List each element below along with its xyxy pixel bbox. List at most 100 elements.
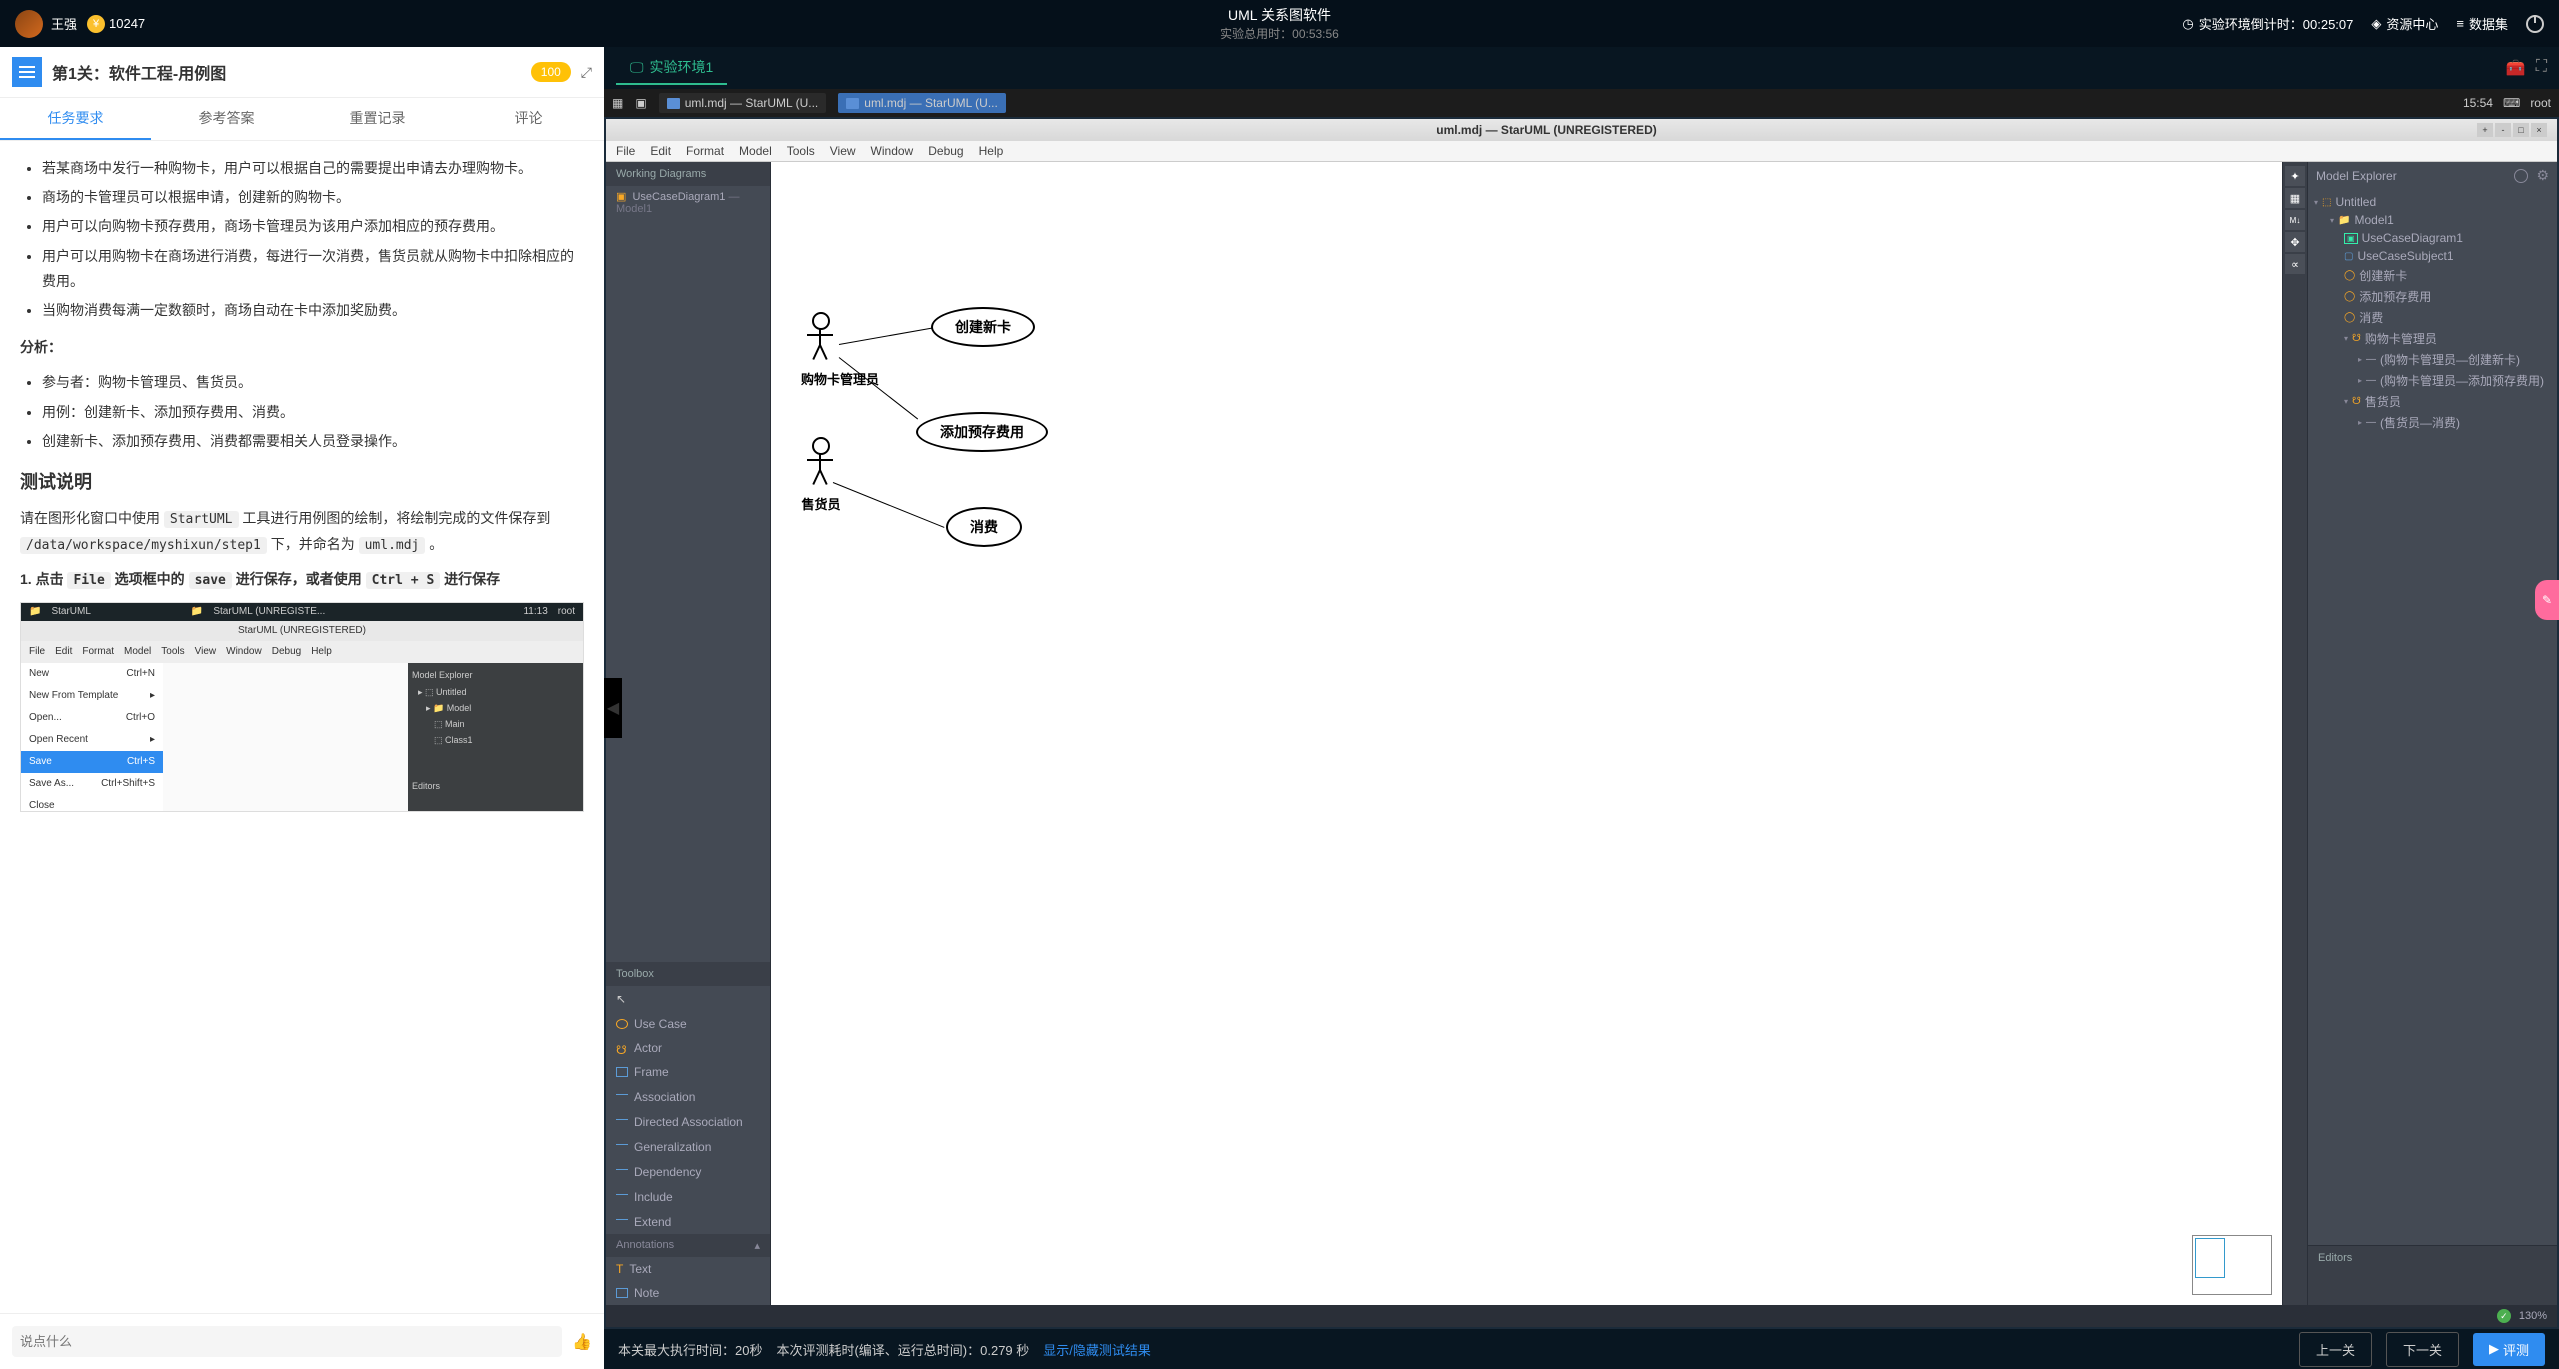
toolbox-icon[interactable]: 🧰 — [2506, 58, 2526, 78]
tool-note[interactable]: Note — [606, 1281, 770, 1305]
actor-salesperson[interactable]: 售货员 — [801, 437, 841, 513]
close-button[interactable]: × — [2531, 123, 2547, 137]
expand-icon[interactable]: ⤢ — [581, 64, 592, 81]
dataset-link[interactable]: ≡ 数据集 — [2456, 14, 2508, 33]
menu-model[interactable]: Model — [739, 144, 772, 158]
menu-window[interactable]: Window — [871, 144, 914, 158]
tool-directed-assoc[interactable]: Directed Association — [606, 1109, 770, 1134]
puzzle-icon[interactable]: ✦ — [2285, 166, 2305, 186]
taskbar-item-2[interactable]: uml.mdj — StarUML (U... — [838, 93, 1006, 113]
tab-requirements[interactable]: 任务要求 — [0, 98, 151, 140]
bottom-bar: 本关最大执行时间：20秒 本次评测耗时(编译、运行总时间)：0.279 秒 显示… — [604, 1329, 2559, 1369]
tool-usecase[interactable]: Use Case — [606, 1012, 770, 1036]
menu-help[interactable]: Help — [979, 144, 1004, 158]
tool-frame[interactable]: Frame — [606, 1060, 770, 1084]
tab-comments[interactable]: 评论 — [453, 98, 604, 140]
tree-ucs[interactable]: ▢UseCaseSubject1 — [2314, 247, 2551, 265]
collapse-handle[interactable]: ◀ — [604, 678, 622, 738]
cursor-tool[interactable]: ↖ — [606, 986, 770, 1012]
tab-answer[interactable]: 参考答案 — [151, 98, 302, 140]
gear-icon[interactable]: ⚙ — [2536, 167, 2549, 184]
monitor-icon: 🖵 — [630, 59, 644, 76]
desktop-taskbar: ▦ ▣ uml.mdj — StarUML (U... uml.mdj — St… — [604, 89, 2559, 117]
comment-bar: 👍 — [0, 1313, 604, 1369]
tab-reset[interactable]: 重置记录 — [302, 98, 453, 140]
app-title: UML 关系图软件 — [1220, 5, 1339, 25]
tree-link1[interactable]: ▸—(购物卡管理员—创建新卡) — [2314, 349, 2551, 370]
tool-text[interactable]: TText — [606, 1257, 770, 1281]
top-bar: 王强 ¥ 10247 UML 关系图软件 实验总用时：00:53:56 ◷ 实验… — [0, 0, 2559, 47]
maximize-button[interactable]: □ — [2513, 123, 2529, 137]
tree-link3[interactable]: ▸—(售货员—消费) — [2314, 412, 2551, 433]
tree-ucd[interactable]: ▣UseCaseDiagram1 — [2314, 229, 2551, 247]
usecase-create-card[interactable]: 创建新卡 — [931, 307, 1035, 347]
wd-item[interactable]: ▣ UseCaseDiagram1 — Model1 — [606, 186, 770, 219]
env-tab-1[interactable]: 🖵 实验环境1 — [616, 51, 727, 85]
resource-center-link[interactable]: ◈ 资源中心 — [2371, 14, 2438, 33]
like-button[interactable]: 👍 — [572, 1332, 592, 1352]
tree-uc3[interactable]: ◯消费 — [2314, 307, 2551, 328]
coin-badge[interactable]: ¥ 10247 — [87, 15, 145, 33]
menu-button[interactable] — [12, 57, 42, 87]
folder-icon — [846, 98, 859, 109]
fullscreen-icon[interactable]: ⛶ — [2536, 58, 2547, 78]
diagram-icon: ▣ — [616, 191, 626, 203]
next-button[interactable]: 下一关 — [2386, 1332, 2459, 1367]
menu-format[interactable]: Format — [686, 144, 724, 158]
assoc-line-3[interactable] — [833, 482, 945, 528]
share-icon[interactable]: ∝ — [2285, 254, 2305, 274]
zoom-level[interactable]: 130% — [2519, 1310, 2547, 1322]
terminal-icon[interactable]: ▣ — [635, 96, 646, 110]
tree-actor2[interactable]: ▾☋售货员 — [2314, 391, 2551, 412]
usecase-consume[interactable]: 消费 — [946, 507, 1022, 547]
tree-uc2[interactable]: ◯添加预存费用 — [2314, 286, 2551, 307]
minimize-button[interactable]: - — [2495, 123, 2511, 137]
desktop-menu-icon[interactable]: ▦ — [612, 96, 623, 110]
tree-actor1[interactable]: ▾☋购物卡管理员 — [2314, 328, 2551, 349]
tree-untitled[interactable]: ▾⬚Untitled — [2314, 193, 2551, 211]
menu-file[interactable]: File — [616, 144, 635, 158]
search-icon[interactable] — [2514, 169, 2528, 183]
tool-generalization[interactable]: Generalization — [606, 1134, 770, 1159]
pin-button[interactable]: + — [2477, 123, 2493, 137]
tool-dependency[interactable]: Dependency — [606, 1159, 770, 1184]
menu-debug[interactable]: Debug — [928, 144, 963, 158]
minimap[interactable] — [2192, 1235, 2272, 1295]
model-tree: ▾⬚Untitled ▾📁Model1 ▣UseCaseDiagram1 ▢Us… — [2308, 189, 2557, 437]
taskbar-item-1[interactable]: uml.mdj — StarUML (U... — [659, 93, 827, 113]
diagram-canvas[interactable]: 购物卡管理员 售货员 创建新卡 添加预存费用 消费 ↖ — [771, 162, 2282, 1305]
actor-card-manager[interactable]: 购物卡管理员 — [801, 312, 879, 388]
cube-icon: ◈ — [2371, 16, 2381, 32]
scenario-list: 若某商场中发行一种购物卡，用户可以根据自己的需要提出申请去办理购物卡。 商场的卡… — [20, 156, 584, 323]
desktop-user: root — [2530, 96, 2551, 110]
toggle-results-link[interactable]: 显示/隐藏测试结果 — [1043, 1340, 1151, 1359]
tabs: 任务要求 参考答案 重置记录 评论 — [0, 98, 604, 141]
view-tool-strip: ✦ ▦ M↓ ✥ ∝ — [2282, 162, 2307, 1305]
staruml-window: uml.mdj — StarUML (UNREGISTERED) + - □ ×… — [606, 119, 2557, 1327]
move-icon[interactable]: ✥ — [2285, 232, 2305, 252]
menu-edit[interactable]: Edit — [650, 144, 671, 158]
tool-association[interactable]: Association — [606, 1084, 770, 1109]
right-panel: 🖵 实验环境1 🧰 ⛶ ▦ ▣ uml.mdj — StarUML (U... … — [604, 47, 2559, 1369]
feedback-badge[interactable]: ✎ — [2535, 580, 2559, 620]
tool-actor[interactable]: ☋Actor — [606, 1036, 770, 1060]
tree-uc1[interactable]: ◯创建新卡 — [2314, 265, 2551, 286]
menu-view[interactable]: View — [830, 144, 856, 158]
annotations-header[interactable]: Annotations▴ — [606, 1234, 770, 1257]
md-icon[interactable]: M↓ — [2285, 210, 2305, 230]
tree-model1[interactable]: ▾📁Model1 — [2314, 211, 2551, 229]
test-title: 测试说明 — [20, 466, 584, 498]
prev-button[interactable]: 上一关 — [2299, 1332, 2372, 1367]
usecase-add-prepay[interactable]: 添加预存费用 — [916, 412, 1048, 452]
grid-icon[interactable]: ▦ — [2285, 188, 2305, 208]
tool-include[interactable]: Include — [606, 1184, 770, 1209]
power-icon[interactable] — [2526, 15, 2544, 33]
max-exec-time: 本关最大执行时间：20秒 — [618, 1340, 762, 1359]
eval-button[interactable]: ▶评测 — [2473, 1333, 2545, 1366]
tree-link2[interactable]: ▸—(购物卡管理员—添加预存费用) — [2314, 370, 2551, 391]
menu-tools[interactable]: Tools — [787, 144, 815, 158]
avatar[interactable] — [15, 10, 43, 38]
keyboard-icon[interactable]: ⌨ — [2503, 96, 2520, 110]
comment-input[interactable] — [12, 1326, 562, 1357]
tool-extend[interactable]: Extend — [606, 1209, 770, 1234]
